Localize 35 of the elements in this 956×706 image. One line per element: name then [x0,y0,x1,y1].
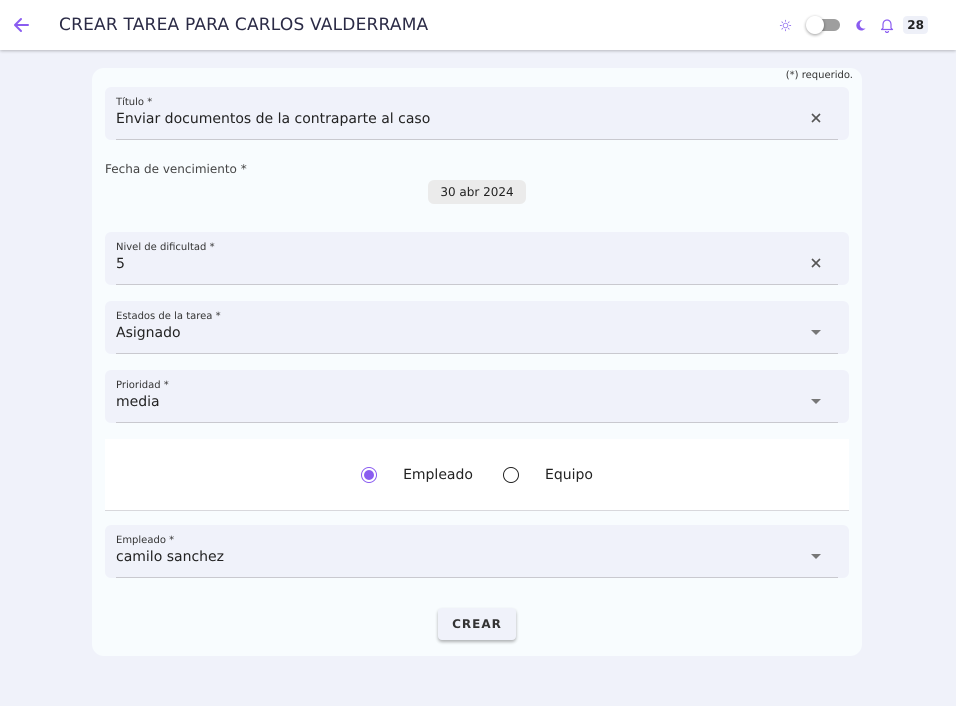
field-value: Enviar documentos de la contraparte al caso [116,111,430,127]
back-arrow-icon[interactable] [11,15,31,35]
field-value: 5 [116,256,125,272]
field-label: Fecha de vencimiento * [105,162,248,176]
dropdown-caret-icon[interactable] [811,398,821,404]
input-field[interactable]: Prioridad * media [105,370,849,423]
clear-icon[interactable] [811,113,821,123]
field-label: Estados de la tarea * [116,311,221,322]
field-label: Empleado * [116,535,174,546]
create-button[interactable]: CREAR [438,608,516,640]
radio-label: Equipo [544,466,593,482]
required-note: (*) requerido. [786,70,853,81]
dropdown-caret-icon[interactable] [811,554,821,558]
radio-button[interactable] [502,466,519,482]
field-label: Nivel de dificultad * [116,242,215,253]
radio-button[interactable] [361,466,378,482]
input-field[interactable]: Nivel de dificultad * 5 [105,232,849,285]
sun-icon [779,18,792,32]
bell-icon[interactable] [879,17,896,33]
radio-label: Empleado [403,466,473,482]
field-value: media [116,394,160,410]
field-label: Título * [116,97,152,108]
moon-icon [854,18,868,32]
theme-toggle[interactable] [808,19,840,31]
field-value: camilo sanchez [116,549,224,565]
input-field[interactable]: Empleado * camilo sanchez [105,525,849,578]
notification-count: 28 [903,16,928,34]
field-label: Prioridad * [116,380,169,391]
field-value: Asignado [116,325,181,341]
page-title: CREAR TAREA PARA CARLOS VALDERRAMA [59,15,428,35]
dropdown-caret-icon[interactable] [811,330,821,334]
date-chip[interactable]: 30 abr 2024 [428,180,526,204]
input-field[interactable]: Estados de la tarea * Asignado [105,301,849,354]
clear-icon[interactable] [811,258,821,268]
input-field[interactable]: Título * Enviar documentos de la contraparte al caso [105,87,849,140]
